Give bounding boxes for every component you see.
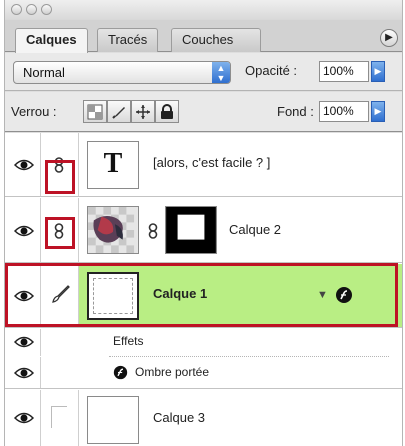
panel-menu-icon[interactable]: ▶ (380, 29, 398, 47)
opacity-slider-arrow-icon[interactable]: ▶ (371, 61, 385, 82)
blend-mode-value: Normal (23, 65, 65, 80)
window-title-bar (5, 0, 402, 20)
link-cell (41, 390, 79, 446)
tab-calques[interactable]: Calques (15, 28, 88, 53)
lock-row: Verrou : Fond : 100% ▶ (5, 92, 402, 132)
highlight-link-text-layer (45, 160, 75, 194)
image-layer-thumbnail (87, 206, 139, 254)
effect-fx-icon (113, 365, 128, 380)
lock-label: Verrou : (11, 104, 57, 119)
link-cell (41, 357, 79, 388)
lock-move-icon[interactable] (131, 100, 155, 123)
tab-couches[interactable]: Couches (171, 28, 261, 52)
lock-all-icon[interactable] (155, 100, 179, 123)
visibility-cell (5, 390, 41, 446)
chevron-updown-icon: ▲ ▼ (212, 62, 230, 83)
text-layer-thumbnail: T (87, 141, 139, 189)
layer-mask-thumbnail (165, 206, 217, 254)
panel-tabs: Calques Tracés Couches ▶ (5, 20, 402, 53)
layer-name[interactable]: Calque 3 (153, 410, 205, 425)
effects-group-row[interactable]: Effets (5, 329, 402, 356)
effect-row-drop-shadow[interactable]: Ombre portée (5, 357, 402, 389)
effects-label: Effets (113, 334, 144, 348)
fill-input[interactable]: 100% (319, 101, 369, 122)
eye-icon[interactable] (14, 367, 34, 379)
lock-transparency-icon[interactable] (83, 100, 107, 123)
layer-name[interactable]: Calque 2 (229, 222, 281, 237)
visibility-cell (5, 329, 41, 356)
mask-link-icon[interactable] (148, 223, 158, 239)
minimize-window-button[interactable] (26, 4, 37, 15)
tab-traces[interactable]: Tracés (97, 28, 159, 52)
close-window-button[interactable] (11, 4, 22, 15)
layer-thumbnail (87, 396, 139, 444)
blend-mode-select[interactable]: Normal ▲ ▼ (13, 61, 231, 84)
visibility-cell (5, 133, 41, 196)
visibility-cell (5, 198, 41, 262)
eye-icon[interactable] (14, 412, 34, 424)
opacity-label: Opacité : (245, 63, 298, 78)
layers-panel: Calques Tracés Couches ▶ Normal ▲ ▼ Opaci… (4, 0, 403, 446)
effect-name[interactable]: Ombre portée (135, 365, 209, 379)
opacity-input[interactable]: 100% (319, 61, 369, 82)
highlight-calque-1-row (5, 263, 398, 327)
layer-row-calque-3[interactable]: Calque 3 (5, 390, 402, 446)
highlight-link-calque-2 (45, 217, 75, 249)
fill-label: Fond : (277, 104, 314, 119)
lock-paint-icon[interactable] (107, 100, 131, 123)
eye-icon[interactable] (14, 225, 34, 237)
link-cell (41, 329, 79, 356)
eye-icon[interactable] (14, 159, 34, 171)
zoom-window-button[interactable] (41, 4, 52, 15)
eye-icon[interactable] (14, 336, 34, 348)
blend-row: Normal ▲ ▼ Opacité : 100% ▶ (5, 53, 402, 91)
visibility-cell (5, 357, 41, 388)
layer-name[interactable]: [alors, c'est facile ? ] (153, 155, 270, 170)
empty-link-slot[interactable] (51, 406, 67, 428)
fill-slider-arrow-icon[interactable]: ▶ (371, 101, 385, 122)
